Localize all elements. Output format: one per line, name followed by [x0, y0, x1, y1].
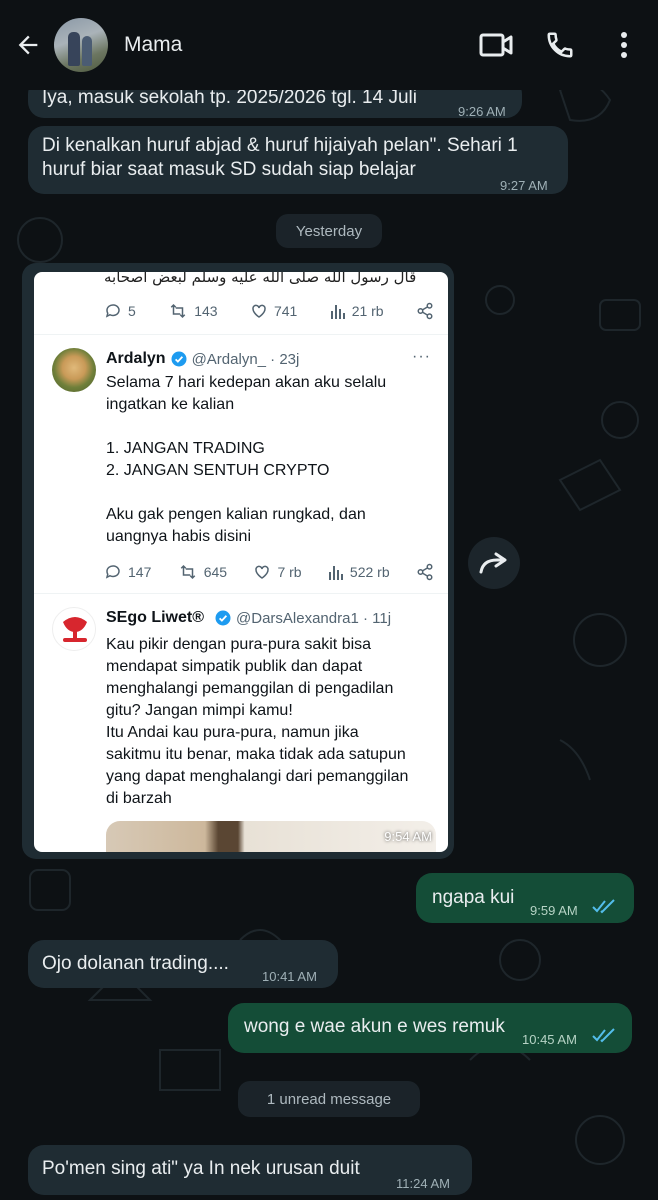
- message-time: 9:54 AM: [384, 829, 432, 844]
- reply-icon: [105, 304, 120, 318]
- video-call-button[interactable]: [472, 21, 520, 69]
- tweet-author-avatar[interactable]: [52, 348, 96, 392]
- arabic-text-snippet: قال رسول الله صلى الله عليه وسلم لبعض أص…: [104, 272, 417, 286]
- message-time: 10:45 AM: [522, 1032, 577, 1047]
- incoming-message[interactable]: Di kenalkan huruf abjad & huruf hijaiyah…: [28, 126, 568, 194]
- tweet-author-display-name: SEgo Liwet®: [106, 609, 205, 626]
- chat-header: Mama: [0, 0, 658, 90]
- tweet-author-name[interactable]: Ardalyn @Ardalyn_ · 23j: [106, 350, 299, 368]
- more-vert-icon: [621, 32, 627, 58]
- message-text: Ojo dolanan trading....: [42, 953, 229, 974]
- reply-icon: [105, 565, 120, 579]
- share-action[interactable]: [416, 302, 434, 320]
- verified-badge-icon: [171, 351, 187, 367]
- outgoing-message[interactable]: wong e wae akun e wes remuk 10:45 AM: [228, 1003, 632, 1053]
- repost-count: 645: [203, 564, 228, 580]
- message-time: 9:26 AM: [458, 104, 506, 119]
- views-action[interactable]: 21 rb: [330, 302, 384, 320]
- more-options-button[interactable]: [600, 21, 648, 69]
- tweet-more-icon[interactable]: ···: [412, 348, 431, 366]
- reply-action[interactable]: 147: [104, 563, 151, 581]
- message-time: 9:59 AM: [530, 903, 578, 918]
- phone-icon: [547, 32, 573, 58]
- unread-messages-separator: 1 unread message: [238, 1081, 420, 1117]
- contact-name[interactable]: Mama: [124, 33, 472, 57]
- double-check-icon: [592, 1028, 615, 1043]
- share-icon: [417, 563, 433, 581]
- views-count: 522 rb: [349, 564, 390, 580]
- message-text: Po'men sing ati" ya In nek urusan duit: [42, 1158, 360, 1179]
- verified-badge-icon: [215, 610, 231, 626]
- tweet-handle: @Ardalyn_ · 23j: [191, 350, 300, 368]
- tweet-author-avatar[interactable]: [52, 607, 96, 651]
- like-action[interactable]: 741: [250, 302, 297, 320]
- voice-call-button[interactable]: [536, 21, 584, 69]
- message-time: 9:27 AM: [500, 178, 548, 193]
- tweet-author-name[interactable]: SEgo Liwet® @DarsAlexandra1 · 11j: [106, 609, 391, 627]
- tweet-body: Selama 7 hari kedepan akan aku selalu in…: [106, 374, 387, 545]
- like-icon: [252, 304, 266, 318]
- back-arrow-icon: [18, 35, 38, 55]
- views-icon: [328, 566, 343, 580]
- forward-icon: [479, 552, 507, 574]
- contact-avatar[interactable]: [54, 18, 108, 72]
- repost-action[interactable]: 645: [178, 563, 227, 581]
- share-action[interactable]: [416, 563, 434, 581]
- views-action[interactable]: 522 rb: [328, 563, 390, 581]
- outgoing-message[interactable]: ngapa kui 9:59 AM: [416, 873, 634, 923]
- back-button[interactable]: [6, 23, 50, 67]
- forward-button[interactable]: [468, 537, 520, 589]
- tweet-handle: @DarsAlexandra1 · 11j: [236, 609, 392, 627]
- repost-count: 143: [194, 303, 218, 319]
- message-text: Di kenalkan huruf abjad & huruf hijaiyah…: [42, 135, 518, 180]
- message-time: 10:41 AM: [262, 969, 317, 984]
- tweet-author-display-name: Ardalyn: [106, 350, 166, 367]
- tweet-body: Kau pikir dengan pura-pura sakit bisa me…: [106, 636, 409, 807]
- like-action[interactable]: 7 rb: [253, 563, 302, 581]
- message-text: ngapa kui: [432, 887, 515, 908]
- date-separator: Yesterday: [276, 214, 382, 248]
- reply-action[interactable]: 5: [104, 302, 136, 320]
- video-call-icon: [479, 33, 513, 57]
- incoming-message[interactable]: Ojo dolanan trading.... 10:41 AM: [28, 940, 338, 988]
- repost-icon: [180, 564, 195, 580]
- reply-count: 5: [128, 303, 136, 319]
- image-message-screenshot[interactable]: قال رسول الله صلى الله عليه وسلم لبعض أص…: [34, 272, 448, 852]
- like-count: 7 rb: [277, 564, 302, 580]
- message-text: wong e wae akun e wes remuk: [244, 1016, 505, 1037]
- tweet-actions: 147 645 7 rb 522 rb: [104, 563, 434, 581]
- tweet-divider: [34, 334, 448, 335]
- repost-action[interactable]: 143: [168, 302, 218, 320]
- double-check-icon: [592, 899, 615, 914]
- reply-count: 147: [128, 564, 152, 580]
- tweet-divider: [34, 593, 448, 594]
- like-count: 741: [273, 303, 298, 319]
- message-time: 11:24 AM: [396, 1176, 450, 1191]
- views-icon: [330, 305, 345, 319]
- incoming-message[interactable]: Po'men sing ati" ya In nek urusan duit 1…: [28, 1145, 472, 1195]
- tweet-actions-top: 5 143 741 21 rb: [104, 302, 434, 320]
- like-icon: [255, 565, 270, 579]
- repost-icon: [170, 303, 186, 319]
- views-count: 21 rb: [351, 303, 384, 319]
- share-icon: [417, 302, 433, 320]
